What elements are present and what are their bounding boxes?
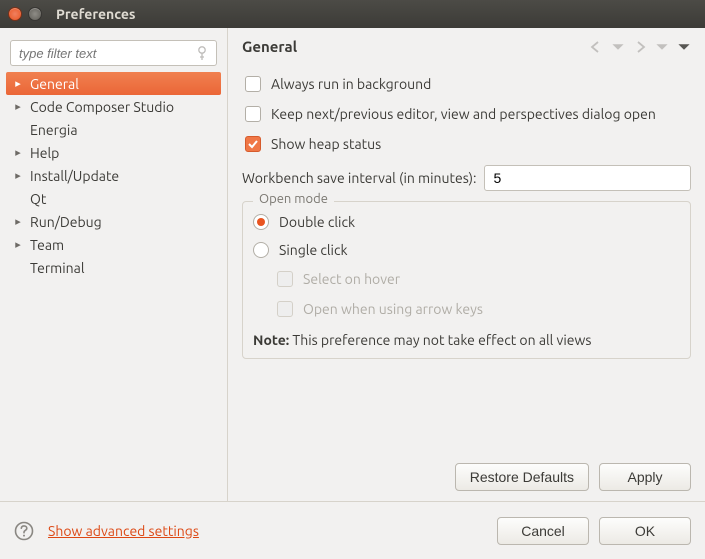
filter-wrap: [10, 40, 217, 66]
save-interval-row: Workbench save interval (in minutes):: [242, 165, 691, 191]
window-controls: [8, 7, 42, 21]
checkbox-disabled-icon: [277, 271, 293, 287]
help-icon[interactable]: [14, 521, 34, 541]
check-label: Open when using arrow keys: [303, 301, 483, 317]
footer-right: Cancel OK: [497, 517, 691, 545]
note-label: Note:: [253, 332, 289, 348]
titlebar: Preferences: [0, 0, 705, 28]
check-open-arrow-keys: Open when using arrow keys: [277, 294, 680, 324]
note-text: This preference may not take effect on a…: [292, 332, 591, 348]
filter-input[interactable]: [10, 40, 217, 66]
chevron-right-icon: ▸: [12, 100, 24, 113]
check-label: Keep next/previous editor, view and pers…: [271, 106, 656, 122]
tree-item-terminal[interactable]: ▸ Terminal: [6, 256, 221, 279]
content: ▸ General ▸ Code Composer Studio ▸ Energ…: [0, 28, 705, 501]
apply-button[interactable]: Apply: [599, 463, 691, 491]
ok-button[interactable]: OK: [599, 517, 691, 545]
forward-menu-icon[interactable]: [655, 40, 669, 54]
forward-icon[interactable]: [633, 40, 647, 54]
checkbox-checked-icon[interactable]: [245, 136, 261, 152]
save-interval-input[interactable]: [484, 165, 691, 191]
check-keep-next-prev[interactable]: Keep next/previous editor, view and pers…: [245, 99, 691, 129]
tree-item-label: Team: [28, 237, 64, 253]
tree-item-help[interactable]: ▸ Help: [6, 141, 221, 164]
group-title: Open mode: [253, 192, 334, 206]
tree-item-label: Qt: [28, 191, 46, 207]
tree-item-code-composer-studio[interactable]: ▸ Code Composer Studio: [6, 95, 221, 118]
tree-item-label: Code Composer Studio: [28, 99, 174, 115]
left-pane: ▸ General ▸ Code Composer Studio ▸ Energ…: [0, 28, 228, 501]
chevron-right-icon: ▸: [12, 77, 24, 90]
chevron-right-icon: ▸: [12, 238, 24, 251]
restore-defaults-button[interactable]: Restore Defaults: [455, 463, 589, 491]
tree-item-team[interactable]: ▸ Team: [6, 233, 221, 256]
checkbox-disabled-icon: [277, 301, 293, 317]
pane-toolbar: [589, 40, 691, 54]
open-mode-note: Note: This preference may not take effec…: [253, 332, 680, 348]
cancel-button[interactable]: Cancel: [497, 517, 589, 545]
tree-item-label: General: [28, 76, 79, 92]
footer: Show advanced settings Cancel OK: [0, 501, 705, 559]
radio-double-click[interactable]: Double click: [253, 208, 680, 236]
check-label: Always run in background: [271, 76, 431, 92]
chevron-right-icon: ▸: [12, 215, 24, 228]
tree-item-energia[interactable]: ▸ Energia: [6, 118, 221, 141]
close-icon[interactable]: [8, 7, 22, 21]
footer-left: Show advanced settings: [14, 521, 199, 541]
tree-item-label: Run/Debug: [28, 214, 102, 230]
check-label: Select on hover: [303, 271, 400, 287]
preferences-tree: ▸ General ▸ Code Composer Studio ▸ Energ…: [6, 72, 221, 279]
right-pane: General Always run in background Keep ne…: [228, 28, 705, 501]
general-checks: Always run in background Keep next/previ…: [245, 69, 691, 159]
tree-item-run-debug[interactable]: ▸ Run/Debug: [6, 210, 221, 233]
back-menu-icon[interactable]: [611, 40, 625, 54]
tree-item-install-update[interactable]: ▸ Install/Update: [6, 164, 221, 187]
chevron-right-icon: ▸: [12, 169, 24, 182]
tree-item-label: Help: [28, 145, 59, 161]
view-menu-icon[interactable]: [677, 40, 691, 54]
minimize-icon[interactable]: [28, 7, 42, 21]
check-run-background[interactable]: Always run in background: [245, 69, 691, 99]
radio-icon[interactable]: [253, 242, 269, 258]
chevron-right-icon: ▸: [12, 146, 24, 159]
window-title: Preferences: [56, 6, 136, 22]
pane-title: General: [242, 38, 297, 55]
tree-item-label: Energia: [28, 122, 78, 138]
tree-item-general[interactable]: ▸ General: [6, 72, 221, 95]
tree-item-label: Install/Update: [28, 168, 119, 184]
tree-item-qt[interactable]: ▸ Qt: [6, 187, 221, 210]
radio-single-click[interactable]: Single click: [253, 236, 680, 264]
check-show-heap[interactable]: Show heap status: [245, 129, 691, 159]
checkbox-icon[interactable]: [245, 76, 261, 92]
filter-icon: [195, 45, 211, 61]
save-interval-label: Workbench save interval (in minutes):: [242, 170, 476, 186]
show-advanced-link[interactable]: Show advanced settings: [48, 523, 199, 539]
open-mode-group: Open mode Double click Single click Sele…: [242, 201, 691, 359]
check-select-on-hover: Select on hover: [277, 264, 680, 294]
pane-header: General: [242, 38, 691, 55]
checkbox-icon[interactable]: [245, 106, 261, 122]
check-label: Show heap status: [271, 136, 381, 152]
radio-label: Single click: [279, 242, 348, 258]
pane-actions: Restore Defaults Apply: [242, 453, 691, 491]
radio-checked-icon[interactable]: [253, 214, 269, 230]
tree-item-label: Terminal: [28, 260, 85, 276]
radio-label: Double click: [279, 214, 355, 230]
back-icon[interactable]: [589, 40, 603, 54]
